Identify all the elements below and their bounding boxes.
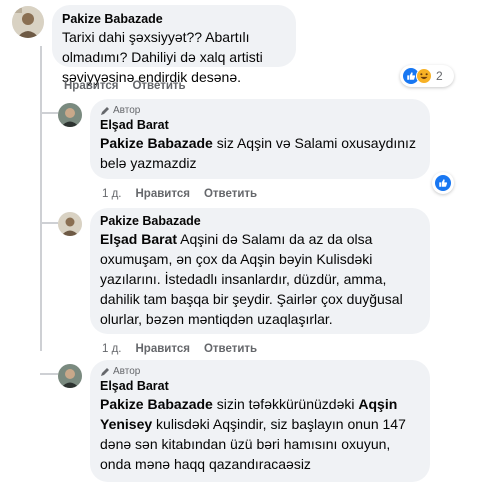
thread-branch	[40, 373, 58, 375]
comment-text: Pakize Babazade sizin təfəkkürünüzdəki A…	[100, 394, 420, 474]
comment-actions: 1 д. Нравится Ответить	[102, 186, 271, 202]
reply-button[interactable]: Ответить	[204, 343, 257, 355]
author-badge-label: Автор	[113, 105, 141, 116]
like-icon	[435, 175, 451, 191]
like-button[interactable]: Нравится	[64, 80, 118, 92]
comment-author[interactable]: Elşad Barat	[100, 117, 420, 133]
reactions-badge[interactable]: 2	[400, 65, 454, 87]
comment-bubble: Автор Elşad Barat Pakize Babazade sizin …	[90, 360, 430, 482]
comment-actions: Нравится Ответить	[64, 78, 200, 94]
thread-line	[40, 46, 42, 351]
user-photo-icon	[58, 364, 82, 388]
author-badge: Автор	[100, 104, 420, 117]
comment-time[interactable]: 1 д.	[102, 188, 122, 200]
avatar[interactable]	[58, 103, 82, 127]
comment-body: sizin təfəkkürünüzdəki	[212, 396, 359, 412]
author-badge: Автор	[100, 365, 420, 378]
comment-author[interactable]: Elşad Barat	[100, 378, 420, 394]
avatar[interactable]	[12, 6, 44, 38]
like-button[interactable]: Нравится	[136, 188, 190, 200]
comment-actions: 1 д. Нравится Ответить	[102, 341, 271, 357]
reply-button[interactable]: Ответить	[204, 188, 257, 200]
user-photo-icon	[58, 212, 82, 236]
avatar[interactable]	[58, 364, 82, 388]
reactions-badge[interactable]	[432, 172, 454, 194]
thread-branch	[40, 112, 58, 114]
mention-link[interactable]: Pakize Babazade	[100, 396, 213, 412]
avatar[interactable]	[58, 212, 82, 236]
reactions-count: 2	[436, 69, 443, 83]
user-photo-icon	[12, 6, 44, 38]
comment-bubble: Автор Elşad Barat Pakize Babazade siz Aq…	[90, 99, 430, 179]
pencil-icon	[101, 106, 109, 115]
reply-button[interactable]: Ответить	[132, 80, 185, 92]
haha-icon	[416, 68, 432, 84]
pencil-icon	[101, 367, 109, 376]
mention-link[interactable]: Elşad Barat	[100, 231, 177, 247]
thread-branch	[40, 222, 58, 224]
like-button[interactable]: Нравится	[136, 343, 190, 355]
comment-bubble: Pakize Babazade Elşad Barat Aqşini də Sa…	[90, 208, 430, 334]
comment-text: Pakize Babazade siz Aqşin və Salami oxus…	[100, 133, 420, 173]
author-badge-label: Автор	[113, 366, 141, 377]
comment-time[interactable]: 1 д.	[102, 343, 122, 355]
comment-text: Elşad Barat Aqşini də Salamı da az da ol…	[100, 229, 420, 329]
comment-author[interactable]: Pakize Babazade	[62, 11, 286, 27]
comment-author[interactable]: Pakize Babazade	[100, 213, 420, 229]
user-photo-icon	[58, 103, 82, 127]
comment-bubble: Pakize Babazade Tarixi dahi şəxsiyyət?? …	[52, 5, 296, 85]
mention-link[interactable]: Pakize Babazade	[100, 135, 213, 151]
